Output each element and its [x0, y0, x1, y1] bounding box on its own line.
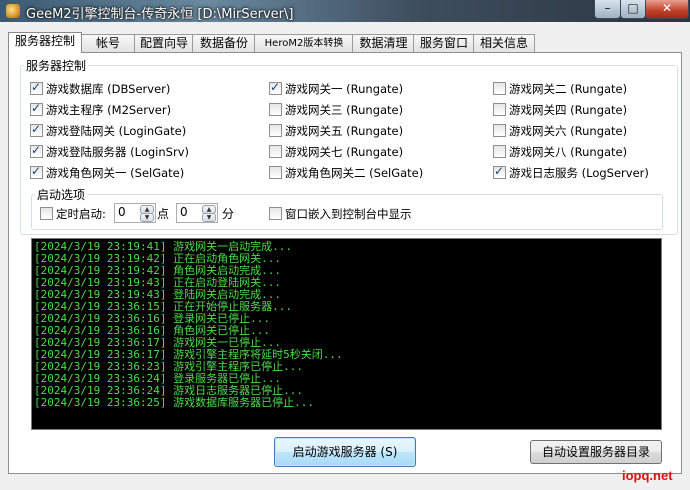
- minute-value[interactable]: 0: [180, 205, 188, 219]
- hour-stepper[interactable]: 0 ▲ ▼: [114, 203, 156, 223]
- startup-options-legend: 启动选项: [35, 186, 88, 203]
- checkbox-label: 游戏网关一 (Rungate): [285, 82, 404, 96]
- title-bar[interactable]: GeeM2引擎控制台-传奇永恒 [D:\MirServer\] – □ ✕: [0, 0, 690, 22]
- checkbox-box[interactable]: [493, 82, 506, 95]
- checkbox-label: 游戏网关二 (Rungate): [509, 82, 628, 96]
- watermark-text: iopq.net: [622, 468, 673, 483]
- tab-about[interactable]: 相关信息: [473, 34, 535, 52]
- checkbox-label: 游戏主程序 (M2Server): [46, 103, 172, 117]
- checkbox-box[interactable]: [269, 124, 282, 137]
- main-window: GeeM2引擎控制台-传奇永恒 [D:\MirServer\] – □ ✕ 服务…: [0, 0, 690, 490]
- checkbox-box[interactable]: [30, 80, 43, 95]
- checkbox-box[interactable]: [30, 101, 43, 116]
- checkbox-label: 游戏网关七 (Rungate): [285, 145, 404, 159]
- checkbox-label: 游戏网关四 (Rungate): [509, 103, 628, 117]
- checkbox-box[interactable]: [493, 145, 506, 158]
- tab-account[interactable]: 帐号: [80, 34, 136, 52]
- tab-config-wizard[interactable]: 配置向导: [134, 34, 194, 52]
- checkbox-label: 游戏网关三 (Rungate): [285, 103, 404, 117]
- checkbox-box[interactable]: [30, 122, 43, 137]
- checkbox-label: 定时启动:: [56, 207, 106, 221]
- checkbox-label: 游戏登陆网关 (LoginGate): [46, 124, 187, 138]
- close-button[interactable]: ✕: [645, 0, 689, 19]
- checkbox-box[interactable]: [493, 164, 506, 179]
- checkbox-label: 游戏角色网关一 (SelGate): [46, 166, 185, 180]
- tab-server-control[interactable]: 服务器控制: [8, 32, 82, 53]
- checkbox-box[interactable]: [269, 145, 282, 158]
- tab-service-window[interactable]: 服务窗口: [413, 34, 475, 52]
- app-icon: [6, 4, 20, 18]
- log-output[interactable]: [2024/3/19 23:19:41] 游戏网关一启动完成... [2024/…: [31, 238, 662, 430]
- checkbox-box[interactable]: [493, 124, 506, 137]
- auto-set-directory-button[interactable]: 自动设置服务器目录: [530, 440, 662, 464]
- window-title: GeeM2引擎控制台-传奇永恒 [D:\MirServer\]: [26, 7, 294, 22]
- checkbox-label: 游戏登陆服务器 (LoginSrv): [46, 145, 189, 159]
- checkbox-label: 窗口嵌入到控制台中显示: [285, 207, 412, 221]
- checkbox-box[interactable]: [493, 103, 506, 116]
- tab-data-cleanup[interactable]: 数据清理: [352, 34, 415, 52]
- checkbox-box[interactable]: [40, 207, 53, 220]
- checkbox-box[interactable]: [269, 166, 282, 179]
- checkbox-box[interactable]: [30, 164, 43, 179]
- minimize-button[interactable]: –: [594, 0, 621, 19]
- hour-value[interactable]: 0: [118, 205, 126, 219]
- server-control-legend: 服务器控制: [24, 57, 89, 74]
- checkbox-label: 游戏网关五 (Rungate): [285, 124, 404, 138]
- tab-herom2-convert[interactable]: HeroM2版本转换: [254, 34, 354, 52]
- checkbox-box[interactable]: [269, 80, 282, 95]
- log-line: [2024/3/19 23:36:25] 游戏数据库服务器已停止...: [34, 396, 314, 409]
- checkbox-label: 游戏数据库 (DBServer): [46, 82, 171, 96]
- minute-stepper[interactable]: 0 ▲ ▼: [176, 203, 218, 223]
- checkbox-label: 游戏网关六 (Rungate): [509, 124, 628, 138]
- hour-down-icon[interactable]: ▼: [140, 213, 154, 222]
- hour-unit-label: 点: [157, 207, 170, 221]
- checkbox-label: 游戏日志服务 (LogServer): [509, 166, 649, 180]
- tab-data-backup[interactable]: 数据备份: [192, 34, 256, 52]
- minute-unit-label: 分: [222, 207, 235, 221]
- minute-down-icon[interactable]: ▼: [202, 213, 216, 222]
- checkbox-box[interactable]: [269, 207, 282, 220]
- maximize-button[interactable]: □: [620, 0, 646, 19]
- start-server-button[interactable]: 启动游戏服务器 (S): [274, 437, 416, 467]
- checkbox-label: 游戏网关八 (Rungate): [509, 145, 628, 159]
- checkbox-box[interactable]: [30, 143, 43, 158]
- checkbox-label: 游戏角色网关二 (SelGate): [285, 166, 424, 180]
- checkbox-box[interactable]: [269, 103, 282, 116]
